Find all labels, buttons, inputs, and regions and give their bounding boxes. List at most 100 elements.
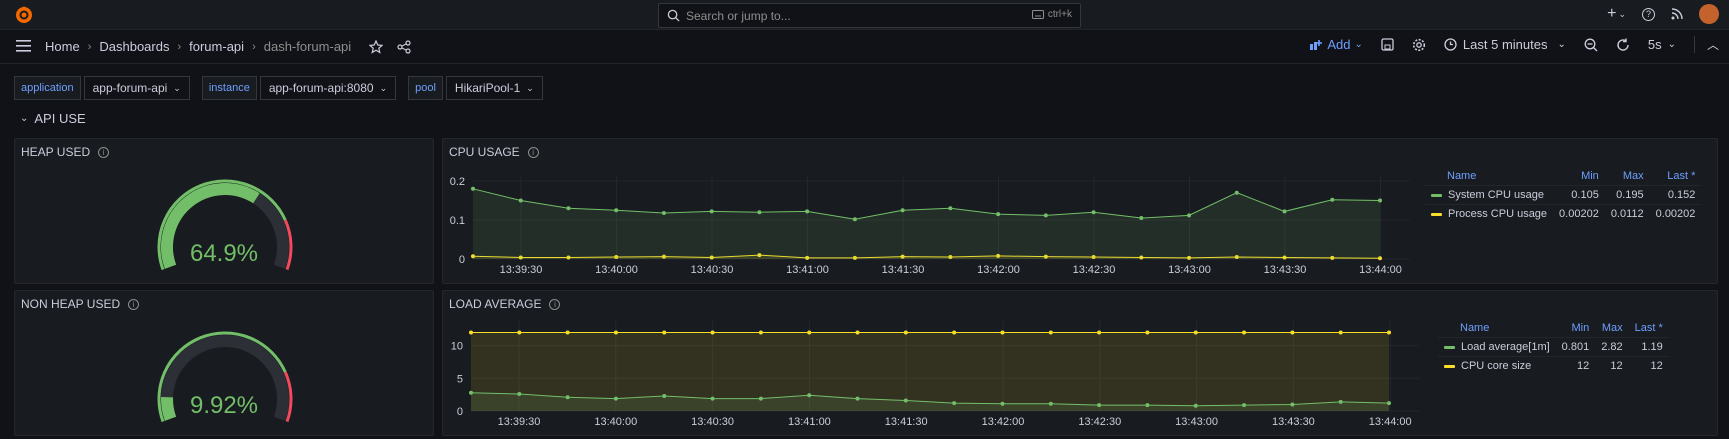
panel-non-heap-used[interactable]: NON HEAP USED i 9.92% — [14, 290, 434, 436]
cpu-data-point — [1330, 197, 1335, 202]
load-x-tick-label: 13:43:00 — [1175, 416, 1218, 428]
load-data-point — [710, 396, 715, 401]
legend-row[interactable]: CPU core size 12 12 12 — [1438, 356, 1669, 375]
legend-series-name: Process CPU usage — [1448, 208, 1548, 220]
cpu-x-tick-label: 13:40:30 — [691, 264, 734, 276]
load-data-point — [565, 395, 570, 400]
cpu-x-tick-label: 13:42:30 — [1073, 264, 1116, 276]
add-button-label: Add — [1327, 37, 1351, 52]
legend-header[interactable]: Max — [1595, 319, 1628, 338]
legend-header[interactable]: Max — [1605, 167, 1650, 186]
legend-max-value: 0.0112 — [1604, 204, 1650, 223]
cpu-x-tick-label: 13:42:00 — [977, 264, 1020, 276]
legend-row[interactable]: Load average[1m] 0.801 2.82 1.19 — [1438, 337, 1669, 357]
variable-label: application — [14, 76, 81, 100]
variable-application-select[interactable]: app-forum-api ⌄ — [83, 76, 190, 100]
load-data-point — [758, 330, 763, 335]
legend-header[interactable]: Name — [1438, 319, 1556, 338]
legend-max-value: 12 — [1595, 356, 1629, 375]
cpu-data-point — [1139, 216, 1144, 221]
load-data-point — [1338, 330, 1343, 335]
load-data-point — [469, 330, 473, 335]
refresh-interval-picker[interactable]: 5s ⌄ — [1648, 37, 1676, 52]
grafana-logo-icon[interactable] — [14, 5, 34, 25]
legend-row[interactable]: Process CPU usage 0.00202 0.0112 0.00202 — [1425, 204, 1702, 223]
time-range-picker[interactable]: Last 5 minutes ⌄ — [1444, 37, 1566, 52]
load-x-tick-label: 13:40:00 — [594, 416, 637, 428]
legend-series-name: System CPU usage — [1448, 189, 1544, 201]
variable-pool-select[interactable]: HikariPool-1 ⌄ — [445, 76, 543, 100]
breadcrumb-separator-icon: › — [177, 40, 182, 53]
legend-last-value: 0.152 — [1649, 185, 1702, 205]
save-icon[interactable] — [1381, 38, 1394, 51]
cpu-data-point — [948, 206, 953, 211]
legend-name-cell: System CPU usage — [1425, 185, 1554, 205]
load-data-point — [1290, 402, 1295, 407]
breadcrumb-folder[interactable]: forum-api — [189, 39, 244, 54]
panel-cpu-usage[interactable]: CPU USAGE i 0 0.1 0.2 13:39:30 13:40:00 13:40:… — [442, 138, 1718, 284]
load-y-tick-label: 0 — [457, 406, 463, 418]
legend-max-value: 0.195 — [1604, 185, 1650, 205]
refresh-interval-label: 5s — [1647, 37, 1662, 52]
legend-header[interactable]: Last * — [1629, 319, 1669, 338]
load-data-point — [1290, 330, 1295, 335]
load-data-point — [903, 398, 908, 403]
legend-min-value: 0.801 — [1555, 337, 1596, 357]
dashboard-row-header[interactable]: ⌄ API USE — [20, 111, 86, 126]
star-icon[interactable] — [369, 39, 384, 54]
refresh-icon[interactable] — [1616, 38, 1630, 52]
variable-instance-select[interactable]: app-forum-api:8080 ⌄ — [259, 76, 397, 100]
help-icon[interactable]: ? — [1642, 7, 1655, 21]
load-data-point — [1242, 330, 1247, 335]
legend-swatch — [1444, 364, 1455, 368]
cpu-x-tick-label: 13:41:30 — [882, 264, 925, 276]
breadcrumb-home[interactable]: Home — [45, 39, 80, 54]
legend-name-cell: Load average[1m] — [1438, 337, 1556, 357]
chevron-down-icon: ⌄ — [379, 82, 388, 93]
cpu-data-point — [661, 210, 666, 215]
load-x-tick-label: 13:39:30 — [498, 416, 541, 428]
legend-header[interactable]: Min — [1556, 319, 1596, 338]
search-icon — [667, 9, 680, 22]
clock-icon — [1444, 38, 1457, 51]
chevron-down-icon: ⌄ — [1618, 8, 1626, 19]
settings-gear-icon[interactable] — [1412, 38, 1426, 52]
menu-hamburger-icon[interactable] — [16, 39, 32, 53]
rss-news-icon[interactable] — [1671, 8, 1683, 20]
load-data-point — [469, 390, 473, 395]
legend-last-value: 12 — [1628, 356, 1669, 375]
legend-header[interactable]: Name — [1425, 167, 1553, 186]
legend-swatch — [1431, 212, 1442, 216]
load-data-point — [710, 330, 715, 335]
load-data-point — [1000, 401, 1005, 406]
collapse-chevron-up-icon[interactable]: ︿ — [1693, 36, 1719, 53]
cpu-usage-chart: 0 0.1 0.2 13:39:30 13:40:00 13:40:30 13:41:00 1… — [450, 175, 1410, 276]
search-input[interactable]: Search or jump to... ctrl+k — [658, 3, 1081, 28]
user-avatar[interactable] — [1699, 4, 1719, 24]
cpu-x-tick-label: 13:41:00 — [786, 264, 829, 276]
cpu-data-point — [1043, 213, 1048, 218]
cpu-x-tick-label: 13:39:30 — [500, 264, 543, 276]
legend-row[interactable]: System CPU usage 0.105 0.195 0.152 — [1425, 185, 1702, 205]
load-legend-table: Name Min Max Last * Load average[1m] 0.801 2.8… — [1438, 319, 1669, 375]
new-menu-button[interactable]: + ⌄ — [1607, 5, 1626, 23]
breadcrumb-dashboards[interactable]: Dashboards — [99, 39, 169, 54]
panel-heap-used[interactable]: HEAP USED i 64.9% — [14, 138, 434, 284]
load-data-point — [1387, 330, 1391, 335]
panel-load-average[interactable]: LOAD AVERAGE i 0 5 10 13:39:30 13:40:00 13:40:… — [442, 290, 1718, 436]
cpu-data-point — [852, 217, 857, 222]
cpu-data-point — [805, 209, 810, 214]
time-range-label: Last 5 minutes — [1462, 37, 1548, 52]
breadcrumb-current-dashboard: dash-forum-api — [263, 39, 352, 54]
legend-header[interactable]: Last * — [1650, 167, 1702, 186]
legend-header[interactable]: Min — [1553, 167, 1605, 186]
load-data-point — [662, 393, 667, 398]
variable-value: app-forum-api:8080 — [268, 81, 374, 95]
add-button[interactable]: Add ⌄ — [1309, 37, 1363, 52]
load-data-point — [1145, 403, 1150, 408]
zoom-out-icon[interactable] — [1584, 38, 1598, 52]
load-x-tick-label: 13:42:00 — [982, 416, 1025, 428]
load-data-point — [807, 330, 812, 335]
breadcrumb-separator-icon: › — [87, 40, 92, 53]
share-icon[interactable] — [397, 39, 411, 54]
